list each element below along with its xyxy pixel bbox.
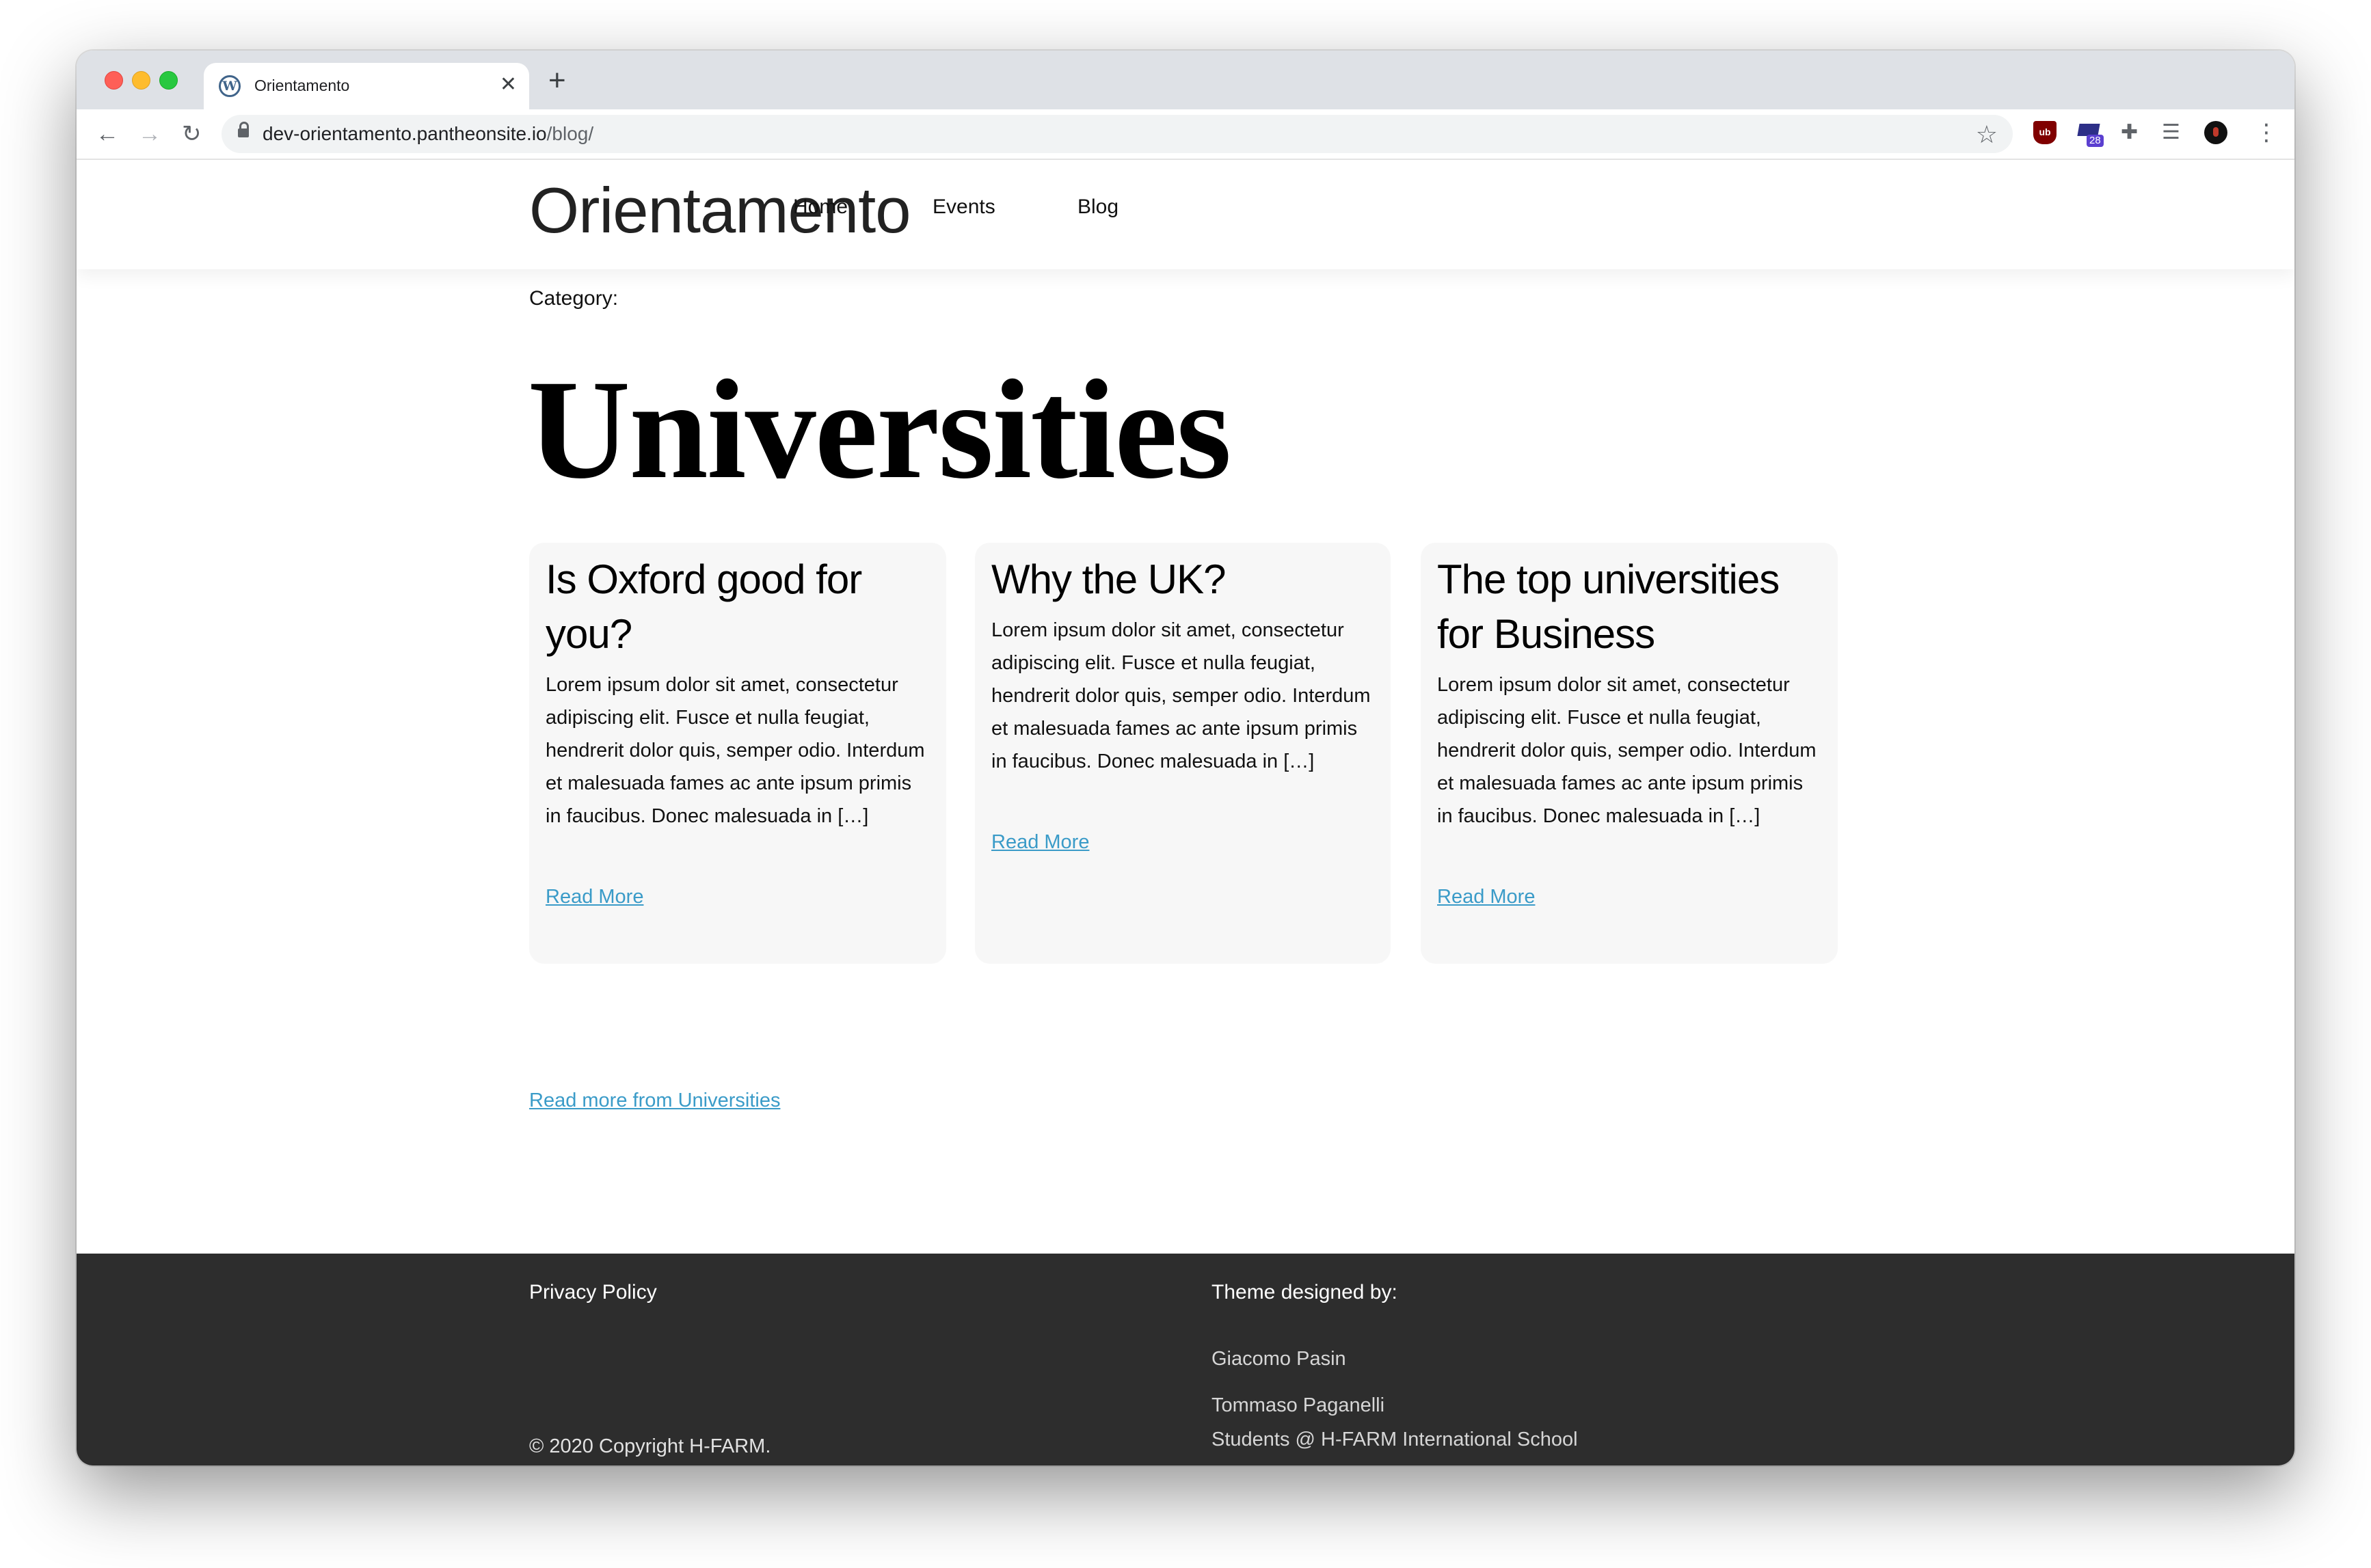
post-card: Why the UK? Lorem ipsum dolor sit amet, … (975, 543, 1391, 964)
nav-home[interactable]: Home (793, 195, 848, 219)
post-excerpt: Lorem ipsum dolor sit amet, consectetur … (1437, 674, 1817, 827)
designer-name: Tommaso Paganelli (1211, 1394, 1385, 1416)
new-tab-button[interactable]: + (548, 66, 566, 96)
post-card: Is Oxford good for you? Lorem ipsum dolo… (529, 543, 946, 964)
site-header: Orientamento Home Events Blog (77, 160, 2294, 269)
lock-icon (238, 122, 249, 137)
read-more-link[interactable]: Read More (991, 831, 1089, 854)
copyright-text: © 2020 Copyright H-FARM. (529, 1435, 771, 1457)
designer-name: Giacomo Pasin (1211, 1348, 1346, 1370)
site-footer: Privacy Policy © 2020 Copyright H-FARM. … (77, 1254, 2294, 1465)
page-viewport: Orientamento Home Events Blog Category: … (77, 160, 2294, 1465)
category-label: Category: (529, 287, 619, 310)
wordpress-icon: W (219, 75, 241, 97)
theme-credit-label: Theme designed by: (1211, 1281, 1397, 1303)
nav-blog[interactable]: Blog (1077, 195, 1118, 219)
read-more-link[interactable]: Read More (546, 886, 643, 908)
maximize-window-button[interactable] (159, 71, 178, 90)
close-tab-icon[interactable]: ✕ (500, 72, 517, 97)
extensions-puzzle-icon[interactable]: ✚ (2121, 121, 2144, 144)
graduation-cap-extension-icon[interactable]: 28 (2077, 121, 2104, 147)
minimize-window-button[interactable] (132, 71, 150, 90)
close-window-button[interactable] (105, 71, 123, 90)
school-credit: Students @ H-FARM International School (1211, 1429, 1578, 1450)
browser-menu-icon[interactable]: ⋮ (2255, 119, 2278, 146)
post-card: The top universities for Business Lorem … (1421, 543, 1838, 964)
url-text[interactable]: dev-orientamento.pantheonsite.io/blog/ (263, 123, 593, 145)
read-more-link[interactable]: Read More (1437, 886, 1535, 908)
browser-toolbar: ← → ↻ dev-orientamento.pantheonsite.io/b… (77, 109, 2294, 160)
bookmark-star-icon[interactable]: ☆ (1976, 120, 1998, 149)
browser-tab[interactable]: W Orientamento ✕ (204, 63, 529, 109)
profile-avatar[interactable] (2204, 121, 2227, 144)
tab-strip: W Orientamento ✕ + (77, 51, 2294, 109)
browser-window: W Orientamento ✕ + ← → ↻ dev-orientament… (77, 51, 2294, 1465)
post-excerpt: Lorem ipsum dolor sit amet, consectetur … (991, 619, 1371, 772)
extension-badge: 28 (2087, 135, 2104, 147)
back-icon[interactable]: ← (96, 120, 119, 148)
post-title[interactable]: Is Oxford good for you? (546, 552, 928, 662)
address-bar[interactable]: dev-orientamento.pantheonsite.io/blog/ ☆ (222, 115, 2013, 153)
read-more-category-link[interactable]: Read more from Universities (529, 1090, 780, 1112)
ublock-extension-icon[interactable]: ub (2033, 121, 2057, 144)
post-excerpt: Lorem ipsum dolor sit amet, consectetur … (546, 674, 925, 827)
reload-icon[interactable]: ↻ (182, 120, 202, 148)
privacy-policy-link[interactable]: Privacy Policy (529, 1281, 657, 1304)
reading-list-icon[interactable]: ☰ (2162, 121, 2185, 144)
forward-icon[interactable]: → (138, 120, 161, 148)
nav-events[interactable]: Events (933, 195, 995, 219)
post-title[interactable]: The top universities for Business (1437, 552, 1820, 662)
tab-title: Orientamento (254, 77, 350, 94)
post-title[interactable]: Why the UK? (991, 552, 1374, 607)
site-title[interactable]: Orientamento (529, 174, 911, 247)
category-title: Universities (528, 351, 1231, 508)
